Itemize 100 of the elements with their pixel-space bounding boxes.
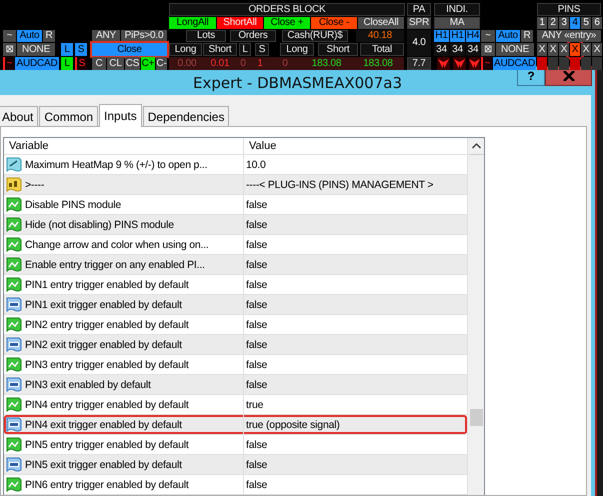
dashboard-label: MA [434,17,480,29]
dashboard-button[interactable]: CL [107,57,124,70]
dashboard-label: SPR [407,17,431,29]
variable-value: false [246,358,268,370]
dashboard-label: Long [169,43,202,56]
table-row[interactable]: PIN1 exit trigger enabled by default false [4,295,467,315]
dashboard-button[interactable]: NONE [496,43,534,56]
dashboard-button[interactable]: NONE [17,43,55,56]
tab[interactable]: Dependencies [142,106,230,126]
variable-value: false [246,458,268,470]
variable-name: PIN4 exit trigger enabled by default [25,418,182,430]
scrollbar[interactable] [467,138,484,495]
dashboard-button[interactable]: ANY [92,30,120,42]
table-row[interactable]: PIN6 entry trigger enabled by default false [4,475,467,495]
dashboard-button[interactable]: Auto [17,30,42,42]
tab[interactable]: Common [39,106,98,126]
pin-button[interactable]: 3 [559,17,569,29]
dashboard-button[interactable]: X [570,43,580,56]
dashboard-label: Short [318,43,358,56]
dashboard-button[interactable]: 34 [466,43,480,56]
pin-button[interactable]: 1 [537,17,547,29]
dashboard-button[interactable]: Close [92,43,167,56]
dashboard-value: 40.18 [356,30,404,42]
table-row[interactable]: Disable PINS module false [4,195,467,215]
dashboard-button[interactable]: L [61,43,73,56]
table-row[interactable]: PIN2 entry trigger enabled by default false [4,315,467,335]
variable-name: PIN4 entry trigger enabled by default [25,398,189,410]
dashboard-label: 7.7 [407,57,431,70]
variable-name: Enable entry trigger on any enabled PI... [25,258,205,270]
table-row[interactable]: >---- ----< PLUG-INS (PINS) MANAGEMENT > [4,175,467,195]
table-row[interactable]: Hide (not disabling) PINS module false [4,215,467,235]
dashboard-button[interactable]: ⊠ [481,43,495,56]
column-header[interactable]: Variable [4,138,244,154]
variable-name: Hide (not disabling) PINS module [25,218,174,230]
table-row[interactable]: PIN4 exit trigger enabled by default true (opposite signal) [4,415,467,435]
dashboard-button[interactable]: Auto [496,30,520,42]
dashboard-button[interactable]: LongAll [169,17,216,29]
dashboard-button[interactable]: H1 [450,30,465,42]
pin-button[interactable]: 2 [548,17,558,29]
variable-value: false [246,278,268,290]
dashboard-button[interactable]: L [61,57,73,70]
variable-value: false [246,478,268,490]
dashboard-button[interactable]: ~ [3,30,16,42]
variable-value: true [246,398,264,410]
table-row[interactable]: PIN5 entry trigger enabled by default false [4,435,467,455]
dashboard-button[interactable]: CloseAll [358,17,404,29]
table-row[interactable]: PIN2 exit trigger enabled by default false [4,335,467,355]
dashboard-value: 183.08 [352,57,404,70]
scrollbar-thumb[interactable] [470,409,482,426]
dashboard-value: 0 [235,57,251,70]
pin-button[interactable]: 5 [581,17,591,29]
dashboard-button[interactable]: H1 [434,30,449,42]
dashboard-button[interactable]: Close - [311,17,357,29]
tab[interactable]: Inputs [99,104,142,127]
dashboard-button[interactable]: Close + [264,17,310,29]
dashboard-button[interactable]: AUDCAD [15,57,59,70]
variable-value: false [246,378,268,390]
table-row[interactable]: Maximum HeatMap 9 % (+/-) to open p... 10.0 [4,155,467,175]
dashboard-button[interactable]: PiPs>0.0 [121,30,167,42]
dashboard-button[interactable]: C [92,57,106,70]
variable-value: ----< PLUG-INS (PINS) MANAGEMENT > [246,178,434,190]
variable-name: PIN2 exit trigger enabled by default [25,338,182,350]
variable-name: >---- [25,178,44,190]
variable-name: PIN3 exit enabled by default [25,378,151,390]
dashboard-button[interactable]: R [43,30,55,42]
dashboard-button[interactable]: AUDCAD [493,57,536,70]
dashboard-button[interactable]: ShortAll [217,17,263,29]
table-row[interactable]: PIN3 exit enabled by default false [4,375,467,395]
dashboard-button[interactable]: X [581,43,591,56]
table-row[interactable]: PIN1 entry trigger enabled by default false [4,275,467,295]
dashboard-button[interactable]: H4 [466,30,480,42]
dashboard-button[interactable]: R [521,30,533,42]
column-header[interactable]: Value [244,138,467,154]
variable-name: PIN3 entry trigger enabled by default [25,358,189,370]
dashboard-button[interactable]: X [559,43,569,56]
variable-value: 10.0 [246,158,266,170]
dashboard-button[interactable]: S [75,43,87,56]
table-row[interactable]: Enable entry trigger on any enabled PI... false [4,255,467,275]
window-title: Expert - DBMASMEAX007a3 [193,74,402,92]
pin-button[interactable]: 6 [592,17,602,29]
dashboard-button[interactable]: X [548,43,558,56]
table-row[interactable]: PIN4 entry trigger enabled by default true [4,395,467,415]
table-row[interactable]: Change arrow and color when using on... false [4,235,467,255]
dashboard-button[interactable]: 34 [434,43,449,56]
dashboard-button[interactable]: ANY «entry» [537,30,601,42]
dashboard-label: Short [203,43,237,56]
variable-value: false [246,298,268,310]
pin-button[interactable]: 4 [570,17,580,29]
dashboard-button[interactable]: X [537,43,547,56]
dashboard-button[interactable]: CS [125,57,140,70]
dashboard-button[interactable]: C+ [141,57,155,70]
table-row[interactable]: PIN3 entry trigger enabled by default false [4,355,467,375]
tab[interactable]: About [0,106,38,126]
dashboard-button[interactable]: ~ [481,30,495,42]
table-row[interactable]: PIN5 exit trigger enabled by default false [4,455,467,475]
dashboard-button[interactable]: ⊠ [3,43,16,56]
dashboard-button[interactable]: C- [156,57,167,70]
variable-value: false [246,238,268,250]
dashboard-button[interactable]: 34 [450,43,465,56]
dashboard-button[interactable]: X [592,43,602,56]
